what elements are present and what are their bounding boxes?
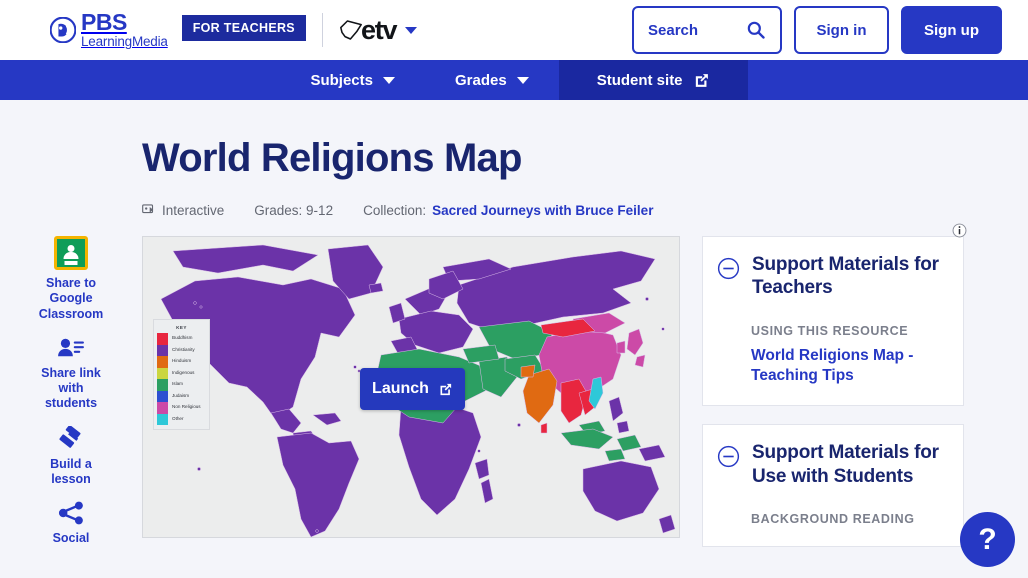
map-legend-title: KEY <box>176 325 187 330</box>
brand-block: PBS LearningMedia FOR TEACHERS etv <box>50 11 418 49</box>
map-legend-label: Hinduism <box>172 358 192 364</box>
support-section-label: USING THIS RESOURCE <box>751 323 909 338</box>
support-resource-link[interactable]: World Religions Map - Teaching Tips <box>751 346 945 386</box>
map-legend-swatch <box>157 402 168 414</box>
map-legend-row: Judaism <box>157 390 206 402</box>
map-legend-row: Christianity <box>157 344 206 356</box>
map-legend-label: Other <box>172 415 184 421</box>
info-icon[interactable] <box>952 223 967 238</box>
nav-label-subjects: Subjects <box>310 71 373 89</box>
launch-button[interactable]: Launch <box>360 368 465 410</box>
collapse-minus-icon[interactable] <box>717 257 740 280</box>
launch-label: Launch <box>372 380 429 397</box>
collection-link[interactable]: Sacred Journeys with Bruce Feiler <box>432 203 653 218</box>
map-legend-row: Indigenous <box>157 367 206 379</box>
external-link-icon <box>440 383 452 395</box>
header-actions: Search Sign in Sign up <box>632 6 1002 54</box>
map-legend-label: Buddhism <box>172 335 193 341</box>
resource-collection: Collection: Sacred Journeys with Bruce F… <box>363 203 653 218</box>
station-selector[interactable]: etv <box>339 14 418 45</box>
nav-label-grades: Grades <box>454 71 507 89</box>
nav-label-student-site: Student site <box>596 71 683 89</box>
pbs-learningmedia-logo[interactable]: PBS LearningMedia <box>50 11 168 49</box>
share-to-google-classroom-button[interactable]: Share to Google Classroom <box>31 236 111 322</box>
map-legend-swatch <box>157 379 168 391</box>
resource-grades: Grades: 9-12 <box>254 203 334 218</box>
share-link-with-students-button[interactable]: Share link with students <box>31 336 111 412</box>
map-legend-swatch <box>157 356 168 368</box>
nav-item-student-site[interactable]: Student site <box>558 60 748 100</box>
map-legend-swatch <box>157 413 168 425</box>
pbs-wordmark: PBS <box>81 9 127 36</box>
page-content: World Religions Map Interactive Grades: … <box>0 136 1028 565</box>
support-card-title: Support Materials for Teachers <box>752 254 939 299</box>
share-rail-label: Social <box>52 531 90 545</box>
collection-prefix: Collection: <box>363 203 427 218</box>
map-legend-swatch <box>157 367 168 379</box>
header-divider <box>321 13 323 47</box>
resource-type: Interactive <box>142 203 224 218</box>
interactive-map-preview[interactable]: KEY Buddhism Christianity Hinduism Indigeno… <box>142 236 680 538</box>
share-rail-label: Share to Google Classroom <box>38 276 104 321</box>
map-legend-row: Buddhism <box>157 333 206 345</box>
chevron-down-icon <box>382 76 395 84</box>
nav-item-grades[interactable]: Grades <box>425 60 559 100</box>
resource-meta: Interactive Grades: 9-12 Collection: Sac… <box>142 203 1028 218</box>
support-section-label: BACKGROUND READING <box>751 512 915 527</box>
social-share-icon <box>58 501 83 525</box>
resource-type-label: Interactive <box>162 203 225 218</box>
map-legend-label: Non Religious <box>172 404 201 410</box>
primary-navigation: Subjects Grades Student site <box>0 60 1028 100</box>
help-button[interactable]: ? <box>960 512 1015 567</box>
map-legend-row: Hinduism <box>157 356 206 368</box>
support-card-header[interactable]: Support Materials for Use with Students <box>717 441 945 488</box>
map-legend-swatch <box>157 344 168 356</box>
map-legend-label: Islam <box>172 381 183 387</box>
for-teachers-badge[interactable]: FOR TEACHERS <box>181 14 306 41</box>
nav-item-subjects[interactable]: Subjects <box>280 60 425 100</box>
pbs-head-icon <box>50 17 76 43</box>
map-legend: KEY Buddhism Christianity Hinduism Indigeno… <box>153 319 210 430</box>
google-classroom-icon <box>54 236 88 270</box>
support-card-header[interactable]: Support Materials for Teachers <box>717 253 945 300</box>
map-legend-label: Judaism <box>172 392 190 398</box>
chevron-down-icon <box>516 76 529 84</box>
support-materials-column: Support Materials for Teachers USING THI… <box>702 223 967 565</box>
search-label: Search <box>648 21 699 39</box>
support-card-title: Support Materials for Use with Students <box>752 442 939 487</box>
chevron-down-icon <box>405 26 418 34</box>
map-legend-swatch <box>157 333 168 345</box>
learningmedia-wordmark: LearningMedia <box>81 34 168 50</box>
social-share-button[interactable]: Social <box>31 501 111 546</box>
map-legend-row: Islam <box>157 379 206 391</box>
share-rail-label: Share link with students <box>41 365 101 411</box>
map-legend-label: Christianity <box>172 346 195 352</box>
sign-in-button[interactable]: Sign in <box>794 6 889 54</box>
sign-up-button[interactable]: Sign up <box>901 6 1002 54</box>
map-legend-row: Non Religious <box>157 402 206 414</box>
collapse-minus-icon[interactable] <box>717 445 740 468</box>
station-name: etv <box>360 14 398 45</box>
share-link-icon <box>58 338 84 357</box>
page-title: World Religions Map <box>142 136 522 180</box>
support-card-teachers: Support Materials for Teachers USING THI… <box>702 236 964 407</box>
map-legend-swatch <box>157 390 168 402</box>
interactive-icon <box>142 204 154 214</box>
site-header: PBS LearningMedia FOR TEACHERS etv Searc… <box>0 0 1028 60</box>
map-legend-label: Indigenous <box>172 369 195 375</box>
share-rail-label: Build a lesson <box>50 456 92 486</box>
south-carolina-outline-icon <box>339 20 362 40</box>
map-legend-row: Other <box>157 413 206 425</box>
search-icon <box>747 21 765 39</box>
support-card-students: Support Materials for Use with Students … <box>702 424 964 548</box>
build-lesson-icon <box>58 425 81 448</box>
build-a-lesson-button[interactable]: Build a lesson <box>31 425 111 488</box>
resource-body: Share to Google Classroom Share link wit… <box>0 223 1028 565</box>
external-link-icon <box>695 73 708 87</box>
search-button[interactable]: Search <box>632 6 782 54</box>
share-rail: Share to Google Classroom Share link wit… <box>0 236 142 565</box>
